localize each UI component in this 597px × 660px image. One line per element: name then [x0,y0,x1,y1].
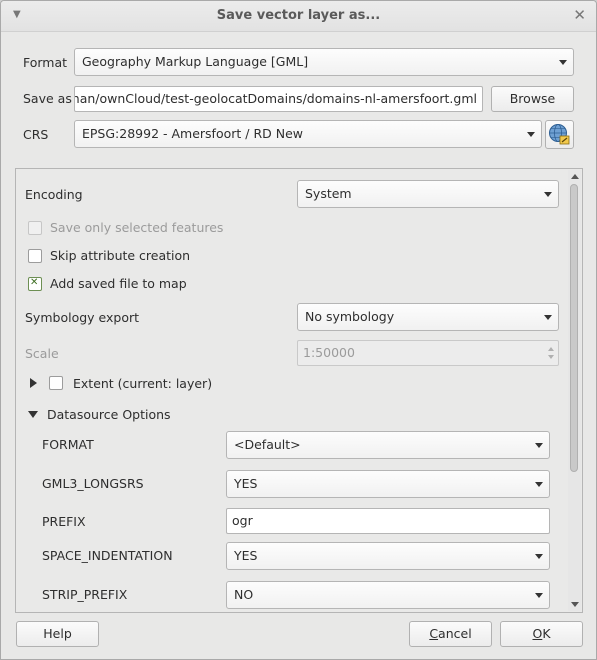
prefix-label: PREFIX [42,514,86,529]
cancel-button[interactable]: Cancel [409,621,492,647]
extent-label: Extent (current: layer) [73,376,213,391]
help-button[interactable]: Help [16,621,99,647]
extent-checkbox[interactable] [49,376,63,390]
encoding-label: Encoding [25,187,83,202]
spin-up-icon [548,347,554,351]
crs-label: CRS [23,127,49,142]
crs-selector-button[interactable] [545,120,574,149]
save-as-label: Save as [23,91,72,106]
ds-format-select[interactable]: <Default> [226,431,550,459]
prefix-input[interactable]: ogr [226,508,550,534]
space-indentation-select[interactable]: YES [226,542,550,570]
scroll-up-icon[interactable] [571,174,579,179]
scale-value: 1:50000 [303,345,355,360]
skip-attribute-checkbox[interactable] [28,249,42,263]
strip-prefix-label: STRIP_PREFIX [42,587,128,602]
scroll-down-icon[interactable] [571,602,579,607]
title-bar: ▼ Save vector layer as... ✕ [1,1,596,32]
save-selected-checkbox[interactable] [28,221,42,235]
scale-spinbox[interactable]: 1:50000 [297,340,559,366]
dialog-title: Save vector layer as... [216,8,381,23]
save-as-path-input[interactable]: me/johan/ownCloud/test-geolocatDomains/d… [74,86,483,112]
strip-prefix-select[interactable]: NO [226,581,550,609]
browse-button[interactable]: Browse [491,86,574,112]
chevron-down-icon [535,482,543,487]
format-value: Geography Markup Language [GML] [82,54,309,69]
encoding-value: System [305,186,352,201]
scrollbar-thumb[interactable] [570,184,578,472]
save-vector-layer-dialog: ▼ Save vector layer as... ✕ Format Geogr… [0,0,597,660]
skip-attribute-label: Skip attribute creation [50,248,191,263]
chevron-down-icon [527,132,535,137]
close-icon[interactable]: ✕ [573,6,586,24]
chevron-down-icon [544,192,552,197]
spin-down-icon [548,355,554,359]
chevron-down-icon [544,315,552,320]
options-scroll-area[interactable]: Encoding System Save only selected featu… [15,168,583,613]
symbology-value: No symbology [305,309,395,324]
chevron-down-icon [535,443,543,448]
strip-prefix-value: NO [234,587,254,602]
expand-arrow-icon[interactable] [30,378,37,388]
ok-mnemonic: O [532,626,543,641]
save-as-path-value: me/johan/ownCloud/test-geolocatDomains/d… [74,91,477,106]
chevron-down-icon [535,593,543,598]
symbology-select[interactable]: No symbology [297,303,559,331]
crs-value: EPSG:28992 - Amersfoort / RD New [82,126,304,141]
collapse-arrow-icon[interactable] [28,411,38,418]
datasource-options-label: Datasource Options [47,407,171,422]
gml3-longsrs-value: YES [234,476,258,491]
format-select[interactable]: Geography Markup Language [GML] [74,48,574,76]
scale-label: Scale [25,346,59,361]
crs-select[interactable]: EPSG:28992 - Amersfoort / RD New [74,120,542,148]
prefix-value: ogr [232,513,253,528]
format-label: Format [23,55,68,70]
space-indentation-value: YES [234,548,258,563]
chevron-down-icon [535,554,543,559]
add-to-map-label: Add saved file to map [50,276,187,291]
cancel-rest: ancel [438,626,472,641]
encoding-select[interactable]: System [297,180,559,208]
gml3-longsrs-select[interactable]: YES [226,470,550,498]
cancel-mnemonic: C [429,626,439,641]
gml3-longsrs-label: GML3_LONGSRS [42,476,144,491]
ds-format-value: <Default> [234,437,301,452]
globe-projection-icon [549,124,570,145]
ok-button[interactable]: OK [500,621,583,647]
chevron-down-icon [559,60,567,65]
ok-rest: K [542,626,551,641]
vertical-scrollbar[interactable] [568,170,581,611]
ds-format-label: FORMAT [42,437,94,452]
symbology-label: Symbology export [25,310,140,325]
save-selected-label: Save only selected features [50,220,224,235]
add-to-map-checkbox[interactable] [28,277,42,291]
space-indentation-label: SPACE_INDENTATION [42,548,173,563]
